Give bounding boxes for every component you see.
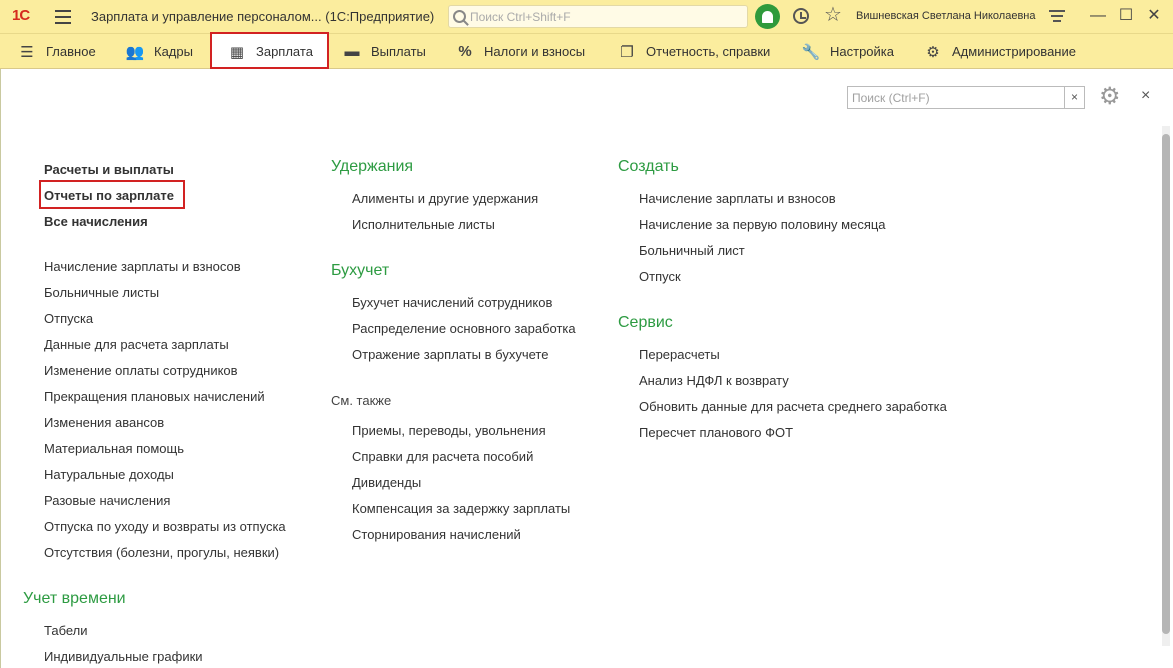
link-sick-leaves[interactable]: Больничные листы [44, 285, 159, 300]
link-create-vacation[interactable]: Отпуск [639, 269, 681, 284]
link-create-payroll[interactable]: Начисление зарплаты и взносов [639, 191, 836, 206]
panel-settings-icon[interactable]: ⚙ [1099, 83, 1127, 111]
link-create-first-half[interactable]: Начисление за первую половину месяца [639, 217, 886, 232]
link-hiring-transfers[interactable]: Приемы, переводы, увольнения [352, 423, 546, 438]
close-icon[interactable]: ✕ [1144, 6, 1164, 26]
panel-search[interactable]: × [847, 86, 1085, 109]
menu-item-payments[interactable]: ▬ Выплаты [343, 34, 426, 69]
link-alimony[interactable]: Алименты и другие удержания [352, 191, 538, 206]
app-logo: 1С [12, 7, 30, 24]
link-payroll-accrual[interactable]: Начисление зарплаты и взносов [44, 259, 241, 274]
window-title: Зарплата и управление персоналом... (1С:… [91, 9, 435, 24]
link-timesheets[interactable]: Табели [44, 623, 88, 638]
link-vacations[interactable]: Отпуска [44, 311, 93, 326]
link-earnings-distribution[interactable]: Распределение основного заработка [352, 321, 576, 336]
hamburger-icon: ☰ [20, 43, 34, 61]
sections-bar: ☰ Главное 👥 Кадры ▦ Зарплата ▬ Выплаты %… [0, 33, 1173, 69]
notifications-button[interactable] [755, 4, 780, 29]
link-calculations-payments[interactable]: Расчеты и выплаты [44, 162, 174, 177]
link-employee-accounting[interactable]: Бухучет начислений сотрудников [352, 295, 552, 310]
link-recalc-fot[interactable]: Пересчет планового ФОТ [639, 425, 793, 440]
link-payroll-data[interactable]: Данные для расчета зарплаты [44, 337, 229, 352]
link-create-sick-leave[interactable]: Больничный лист [639, 243, 745, 258]
section-deductions: Удержания [331, 158, 414, 175]
clear-search-icon[interactable]: × [1064, 87, 1084, 108]
settings-menu-icon[interactable] [1049, 10, 1065, 24]
link-natural-income[interactable]: Натуральные доходы [44, 467, 174, 482]
link-ndfl-analysis[interactable]: Анализ НДФЛ к возврату [639, 373, 789, 388]
calculator-icon: ▦ [229, 43, 245, 61]
bell-icon [762, 10, 773, 23]
main-menu-icon[interactable] [55, 10, 71, 24]
documents-icon: ❐ [620, 43, 634, 61]
search-icon [453, 10, 466, 23]
global-search[interactable] [448, 5, 748, 28]
global-search-input[interactable] [470, 9, 740, 24]
section-create: Создать [618, 158, 679, 175]
link-dividends[interactable]: Дивиденды [352, 475, 421, 490]
link-advance-changes[interactable]: Изменения авансов [44, 415, 164, 430]
link-update-average[interactable]: Обновить данные для расчета среднего зар… [639, 399, 947, 414]
percent-icon: % [458, 43, 472, 60]
link-pay-changes[interactable]: Изменение оплаты сотрудников [44, 363, 238, 378]
scrollbar[interactable] [1162, 126, 1170, 646]
link-absences[interactable]: Отсутствия (болезни, прогулы, неявки) [44, 545, 279, 560]
link-salary-reports[interactable]: Отчеты по зарплате [44, 188, 174, 203]
link-all-accruals[interactable]: Все начисления [44, 214, 148, 229]
people-icon: 👥 [125, 43, 145, 61]
section-panel: × ⚙ × Расчеты и выплаты Отчеты по зарпла… [0, 69, 1173, 668]
panel-close-icon[interactable]: × [1141, 87, 1150, 105]
minimize-icon[interactable]: — [1088, 6, 1108, 26]
history-icon[interactable] [793, 8, 809, 24]
link-recalculations[interactable]: Перерасчеты [639, 347, 720, 362]
wrench-icon: 🔧 [801, 43, 821, 61]
link-salary-reflection[interactable]: Отражение зарплаты в бухучете [352, 347, 548, 362]
section-accounting: Бухучет [331, 262, 390, 279]
link-writs[interactable]: Исполнительные листы [352, 217, 495, 232]
link-individual-schedules[interactable]: Индивидуальные графики [44, 649, 203, 664]
link-stop-accruals[interactable]: Прекращения плановых начислений [44, 389, 265, 404]
maximize-icon[interactable]: ☐ [1116, 6, 1136, 26]
panel-search-input[interactable] [848, 87, 1064, 108]
title-bar: 1С Зарплата и управление персоналом... (… [0, 0, 1173, 33]
link-reversals[interactable]: Сторнирования начислений [352, 527, 521, 542]
link-delay-compensation[interactable]: Компенсация за задержку зарплаты [352, 501, 570, 516]
gear-icon: ⚙ [926, 43, 940, 61]
section-see-also: См. также [331, 393, 392, 408]
link-one-time-accruals[interactable]: Разовые начисления [44, 493, 170, 508]
menu-item-personnel[interactable]: 👥 Кадры [126, 34, 193, 69]
menu-item-taxes[interactable]: % Налоги и взносы [456, 34, 585, 69]
link-parental-leave[interactable]: Отпуска по уходу и возвраты из отпуска [44, 519, 286, 534]
menu-item-settings[interactable]: 🔧 Настройка [802, 34, 894, 69]
favorites-icon[interactable]: ☆ [824, 4, 842, 26]
wallet-icon: ▬ [344, 43, 360, 60]
menu-item-salary[interactable]: ▦ Зарплата [212, 34, 327, 69]
menu-item-admin[interactable]: ⚙ Администрирование [924, 34, 1076, 69]
section-service: Сервис [618, 314, 673, 331]
link-material-aid[interactable]: Материальная помощь [44, 441, 184, 456]
link-benefit-certificates[interactable]: Справки для расчета пособий [352, 449, 533, 464]
menu-item-reports[interactable]: ❐ Отчетность, справки [618, 34, 770, 69]
current-user[interactable]: Вишневская Светлана Николаевна [856, 10, 1036, 22]
menu-item-main[interactable]: ☰ Главное [18, 34, 95, 69]
section-time-tracking: Учет времени [23, 590, 126, 607]
scrollbar-thumb[interactable] [1162, 134, 1170, 634]
